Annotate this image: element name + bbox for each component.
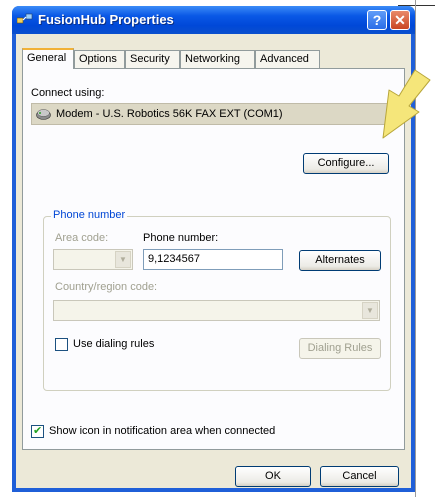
country-region-label: Country/region code: [55,281,158,293]
tab-general[interactable]: General [22,48,74,69]
properties-dialog: FusionHub Properties ? ✕ General Options… [12,6,415,492]
dialog-client-area: General Options Security Networking Adva… [16,34,411,488]
modem-icon [36,109,51,120]
device-name: Modem - U.S. Robotics 56K FAX EXT (COM1) [56,108,283,120]
tab-security[interactable]: Security [125,50,180,68]
phone-number-input[interactable]: 9,1234567 [143,249,283,270]
phone-number-label: Phone number: [143,232,219,244]
show-icon-checkbox[interactable] [31,424,44,438]
country-region-combo[interactable]: ▼ [53,300,380,321]
area-code-combo[interactable]: ▼ [53,249,133,270]
phone-number-value: 9,1234567 [148,253,200,265]
use-dialing-rules-label[interactable]: Use dialing rules [73,338,154,350]
general-tab-panel: Connect using: Modem - U.S. Robotics 56K… [22,68,405,450]
close-button[interactable]: ✕ [390,10,410,30]
chevron-down-icon[interactable]: ▼ [115,251,131,268]
show-icon-label[interactable]: Show icon in notification area when conn… [49,425,275,437]
yellow-arrow-pointer-icon [382,69,431,139]
device-list[interactable]: Modem - U.S. Robotics 56K FAX EXT (COM1) [31,103,396,125]
tab-options[interactable]: Options [74,50,125,68]
chevron-down-icon[interactable]: ▼ [362,302,378,319]
help-button[interactable]: ? [367,10,387,30]
alternates-button[interactable]: Alternates [299,250,381,271]
phone-number-group-title: Phone number [51,209,128,221]
title-bar[interactable]: FusionHub Properties ? ✕ [12,6,415,34]
connect-using-label: Connect using: [31,87,105,99]
tab-advanced[interactable]: Advanced [255,50,320,68]
use-dialing-rules-checkbox[interactable] [55,338,68,351]
window-title: FusionHub Properties [38,12,174,27]
dialing-rules-button[interactable]: Dialing Rules [299,338,381,359]
tab-networking[interactable]: Networking [180,50,255,68]
ok-button[interactable]: OK [235,466,311,487]
area-code-label: Area code: [55,232,109,244]
cancel-button[interactable]: Cancel [320,466,399,487]
network-connection-icon [17,13,33,24]
configure-button[interactable]: Configure... [303,153,389,174]
